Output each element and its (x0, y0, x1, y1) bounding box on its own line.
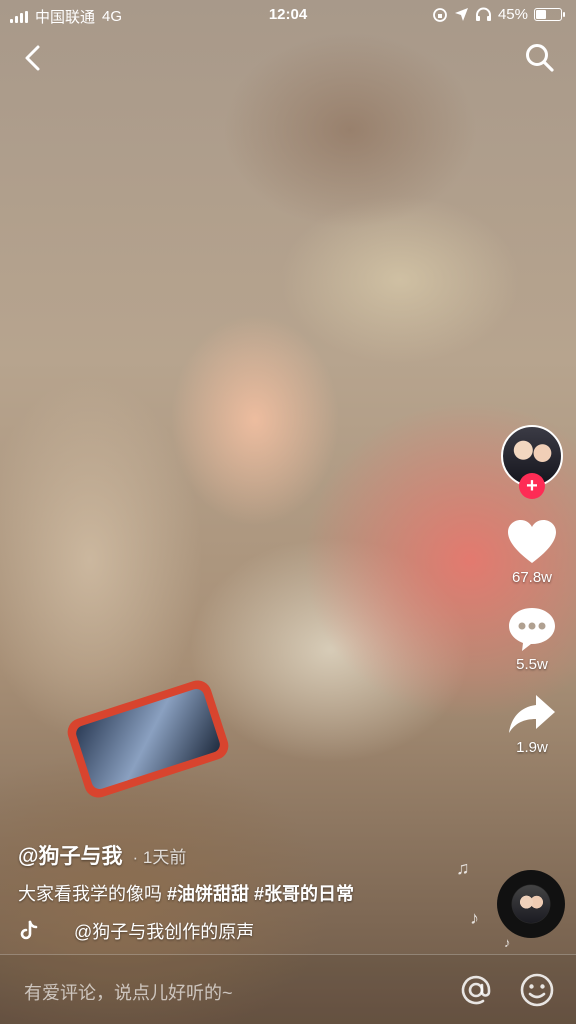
description-text: 大家看我学的像吗 (18, 884, 162, 904)
comment-button[interactable]: 5.5w (507, 606, 557, 673)
headphones-icon (475, 7, 491, 21)
comment-icon (509, 608, 555, 651)
action-rail: + 67.8w 5.5w 1.9w (496, 425, 568, 756)
video-screen[interactable]: 中国联通 4G 12:04 45% + 67.8w 5.5w 1.9w ♫ ♪ … (0, 0, 576, 1024)
sound-line[interactable]: @狗子与我创作的原声 (18, 918, 488, 944)
sound-name: @狗子与我创作的原声 (74, 922, 255, 942)
status-bar: 中国联通 4G 12:04 45% (0, 0, 576, 30)
emoji-icon[interactable] (519, 972, 555, 1008)
comment-input[interactable]: 有爱评论，说点儿好听的~ (24, 979, 233, 1005)
like-count: 67.8w (511, 569, 553, 586)
follow-button[interactable]: + (519, 473, 545, 499)
post-caption: @狗子与我 · 1天前 大家看我学的像吗 #油饼甜甜 #张哥的日常 @狗子与我创… (18, 840, 488, 944)
heart-icon (508, 520, 556, 563)
hashtag-link[interactable]: #油饼甜甜 (167, 884, 249, 904)
share-arrow-icon (509, 695, 555, 733)
author-name[interactable]: @狗子与我 (18, 840, 122, 870)
mention-at-icon[interactable] (459, 973, 493, 1007)
back-icon[interactable] (18, 42, 48, 74)
battery-percent: 45% (497, 6, 528, 23)
post-time: · 1天前 (132, 848, 187, 867)
video-content-phone (64, 676, 232, 802)
music-disc[interactable] (497, 870, 565, 938)
share-button[interactable]: 1.9w (507, 693, 557, 756)
sound-cover (512, 885, 550, 923)
search-icon[interactable] (524, 42, 556, 74)
battery-icon (534, 8, 565, 21)
rotation-lock-icon (433, 7, 447, 22)
hashtag-link[interactable]: #张哥的日常 (254, 884, 354, 904)
comment-count: 5.5w (516, 656, 548, 673)
comment-bar: 有爱评论，说点儿好听的~ (0, 954, 576, 1024)
music-note-icon: ♪ (504, 935, 511, 950)
like-button[interactable]: 67.8w (507, 519, 557, 586)
post-description: 大家看我学的像吗 #油饼甜甜 #张哥的日常 (18, 880, 488, 906)
tiktok-note-icon (20, 920, 38, 940)
share-count: 1.9w (516, 739, 548, 756)
location-icon (454, 8, 468, 21)
